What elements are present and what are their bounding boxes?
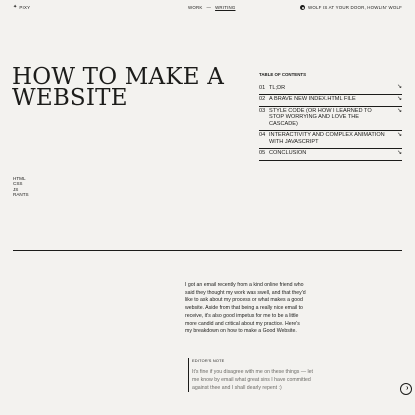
brand-name: PIXY <box>19 5 31 10</box>
intro-paragraph: I got an email recently from a kind onli… <box>185 282 306 335</box>
nav-work-link[interactable]: WORK <box>188 5 202 10</box>
toc-item-number: 04 <box>259 132 266 139</box>
editors-note-text: It's fine if you disagree with me on the… <box>192 369 313 391</box>
record-icon <box>300 5 305 10</box>
arrow-down-right-icon: ↘ <box>396 149 402 156</box>
arrow-down-right-icon: ↘ <box>396 107 402 114</box>
section-divider <box>13 250 402 251</box>
now-playing-text: WOLF IS AT YOUR DOOR, HOWLIN' WOLF <box>308 5 402 10</box>
toc-item[interactable]: 05 CONCLUSION ↘ <box>259 149 402 161</box>
arrow-down-right-icon: ↘ <box>396 131 402 138</box>
toc-item-number: 02 <box>259 96 266 103</box>
toc-item-label: A BRAVE NEW INDEX.HTML FILE <box>269 96 356 103</box>
toc-item-label: CONCLUSION <box>269 150 307 157</box>
editors-note: EDITOR'S NOTE It's fine if you disagree … <box>188 358 314 393</box>
toc-item-number: 05 <box>259 150 266 157</box>
star-icon: ✦ <box>13 4 18 10</box>
title-line: WEBSITE <box>12 85 128 111</box>
top-bar: ✦ PIXY WORK — WRITING WOLF IS AT YOUR DO… <box>13 5 402 15</box>
toc-item-label: TL;DR <box>269 84 286 91</box>
theme-toggle-icon[interactable] <box>400 383 412 395</box>
brand-link[interactable]: ✦ PIXY <box>13 4 31 11</box>
tag-rants: RANTS <box>13 192 29 198</box>
toc-item-label: STYLE CODE (OR HOW I LEARNED TO STOP WOR… <box>269 108 372 127</box>
page-title: HOW TO MAKE A WEBSITE <box>12 66 224 111</box>
toc-item-number: 03 <box>259 108 266 115</box>
tag-list: HTML CSS JS RANTS <box>13 176 29 198</box>
toc-item-number: 01 <box>259 84 266 91</box>
main-nav: WORK — WRITING <box>188 5 236 10</box>
now-playing[interactable]: WOLF IS AT YOUR DOOR, HOWLIN' WOLF <box>300 5 402 10</box>
toc-item-label: INTERACTIVITY AND COMPLEX ANIMATION WITH… <box>269 132 385 145</box>
toc-item[interactable]: 04 INTERACTIVITY AND COMPLEX ANIMATION W… <box>259 131 402 149</box>
toc-item[interactable]: 03 STYLE CODE (OR HOW I LEARNED TO STOP … <box>259 107 402 131</box>
nav-writing-link[interactable]: WRITING <box>215 5 235 10</box>
arrow-down-right-icon: ↘ <box>396 95 402 102</box>
table-of-contents: TABLE OF CONTENTS 01 TL;DR ↘ 02 A BRAVE … <box>259 72 402 161</box>
nav-separator: — <box>206 5 212 10</box>
editors-note-label: EDITOR'S NOTE <box>192 358 225 363</box>
toc-item[interactable]: 02 A BRAVE NEW INDEX.HTML FILE ↘ <box>259 95 402 107</box>
arrow-down-right-icon: ↘ <box>396 84 402 90</box>
toc-heading: TABLE OF CONTENTS <box>259 72 306 77</box>
toc-item[interactable]: 01 TL;DR ↘ <box>259 83 402 95</box>
